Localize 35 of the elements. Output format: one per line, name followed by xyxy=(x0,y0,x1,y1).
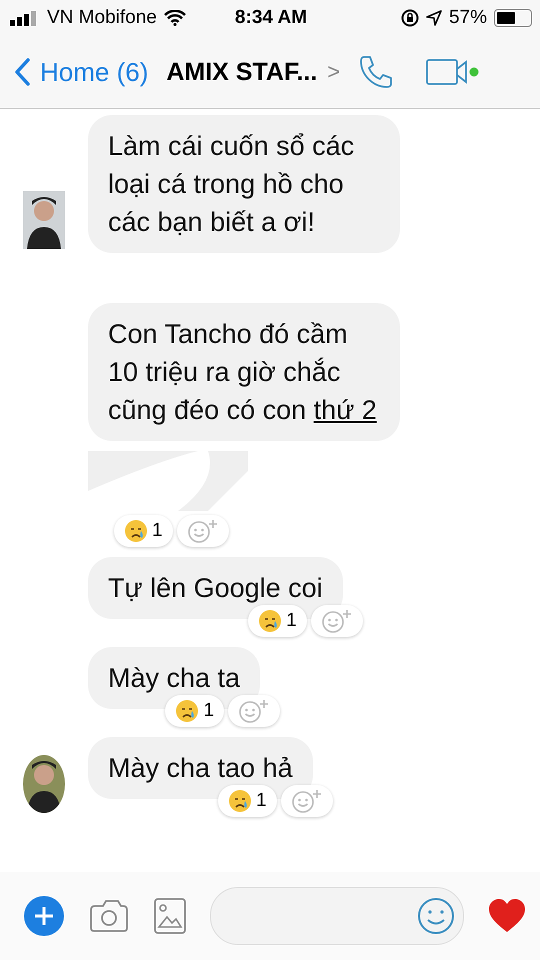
crying-face-icon xyxy=(124,519,148,543)
location-arrow-icon xyxy=(426,10,442,26)
battery-percent: 57% xyxy=(448,7,487,29)
smiley-icon[interactable] xyxy=(417,897,455,935)
smiley-plus-icon xyxy=(238,698,270,724)
add-reaction-button[interactable] xyxy=(280,785,333,817)
carrier-name: VN Mobifone xyxy=(47,7,157,29)
reaction-count[interactable]: 1 xyxy=(114,515,173,547)
message-bubble: Con Tancho đó cầm 10 triệu ra giờ chắc cũng đéo có con thứ 2 xyxy=(88,303,400,441)
add-reaction-button[interactable] xyxy=(310,605,363,637)
crying-face-icon xyxy=(175,699,200,723)
chat-title[interactable]: AMIX STAF... xyxy=(166,58,318,86)
wifi-icon xyxy=(164,10,186,26)
smiley-plus-icon xyxy=(320,608,353,634)
camera-icon[interactable] xyxy=(88,898,130,934)
link[interactable]: thứ 2 xyxy=(314,395,377,425)
battery-icon xyxy=(494,9,532,27)
avatar[interactable] xyxy=(23,191,65,249)
add-reaction-button[interactable] xyxy=(176,515,229,547)
chevron-left-icon xyxy=(14,58,30,86)
message-input-field[interactable] xyxy=(210,887,464,945)
plus-button[interactable] xyxy=(24,896,64,936)
clock-time: 8:34 AM xyxy=(234,7,308,29)
plus-icon xyxy=(32,904,56,928)
add-reaction-button[interactable] xyxy=(228,695,280,727)
image-icon[interactable] xyxy=(154,898,186,934)
crying-face-icon xyxy=(258,609,282,633)
message-bubble: Làm cái cuốn sổ các loại cá trong hồ cho các bạn biết a ơi! xyxy=(88,115,400,253)
crying-face-icon xyxy=(228,789,252,813)
smiley-plus-icon xyxy=(186,518,219,544)
heart-icon[interactable] xyxy=(488,898,526,934)
back-button[interactable]: Home (6) xyxy=(14,56,148,88)
rotation-lock-icon xyxy=(400,9,419,27)
phone-icon[interactable] xyxy=(358,54,394,90)
smiley-plus-icon xyxy=(290,788,323,814)
